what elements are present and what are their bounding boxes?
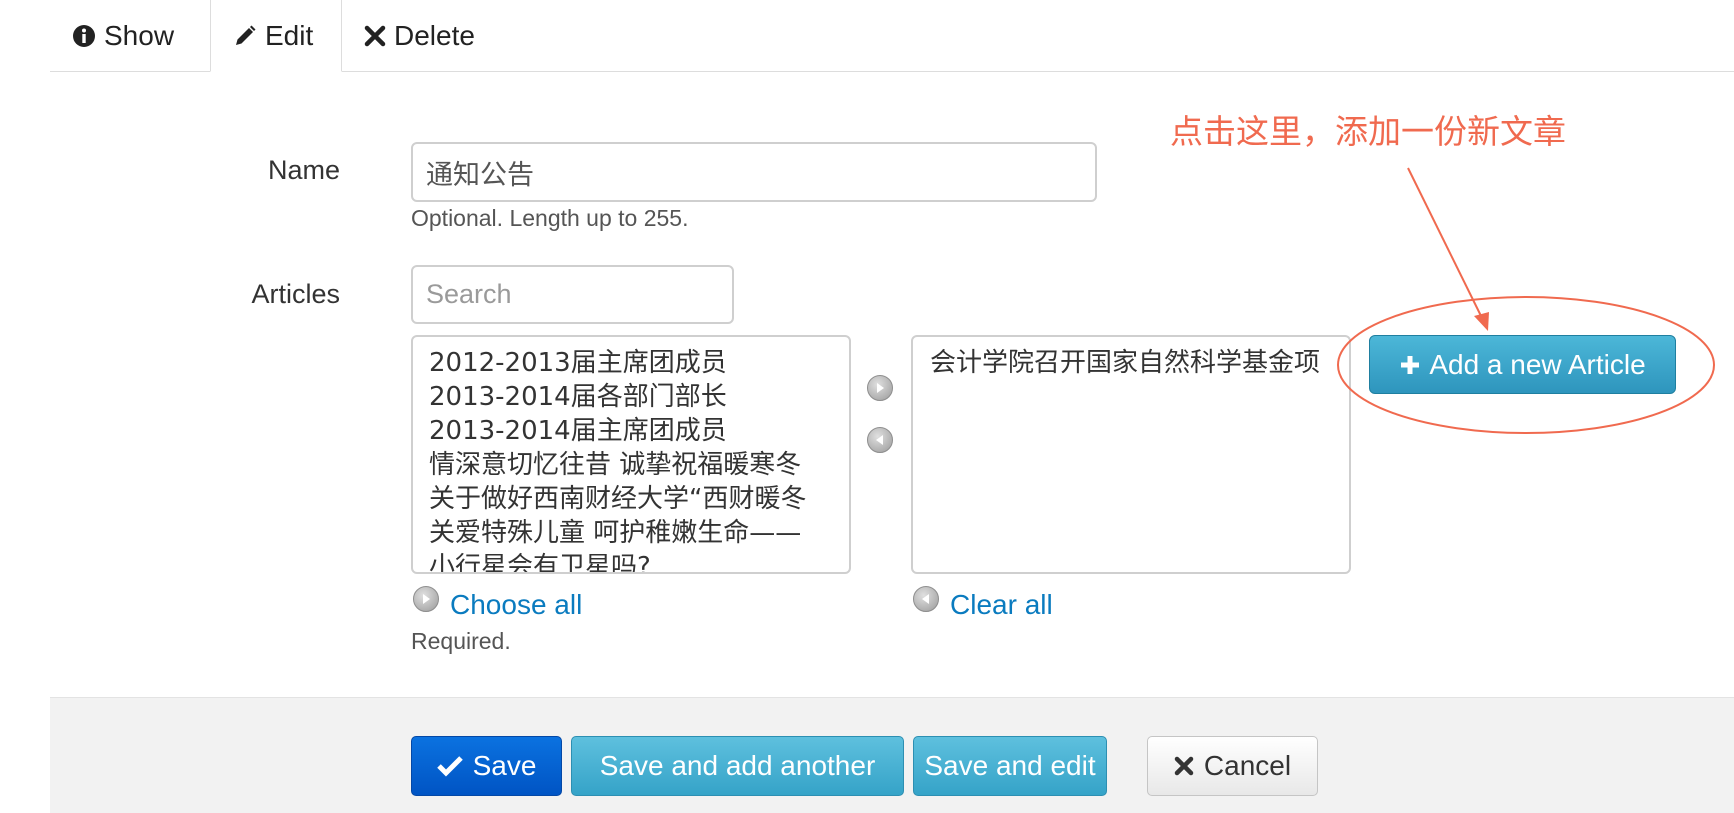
annotation-ellipse xyxy=(1337,296,1715,434)
save-and-edit-label: Save and edit xyxy=(924,750,1096,781)
annotation-arrow-line xyxy=(1407,167,1484,321)
save-button[interactable]: Save xyxy=(411,736,562,796)
annotation-overlay xyxy=(1337,167,1715,434)
save-label: Save xyxy=(472,750,537,781)
cancel-label: Cancel xyxy=(1203,750,1292,781)
save-and-add-another-label: Save and add another xyxy=(599,750,876,781)
annotation-arrowhead xyxy=(1474,312,1489,331)
save-and-add-another-button[interactable]: Save and add another xyxy=(571,736,904,796)
save-and-edit-button[interactable]: Save and edit xyxy=(913,736,1107,796)
x-icon xyxy=(1174,756,1194,776)
cancel-button[interactable]: Cancel xyxy=(1147,736,1318,796)
check-icon xyxy=(436,756,463,777)
